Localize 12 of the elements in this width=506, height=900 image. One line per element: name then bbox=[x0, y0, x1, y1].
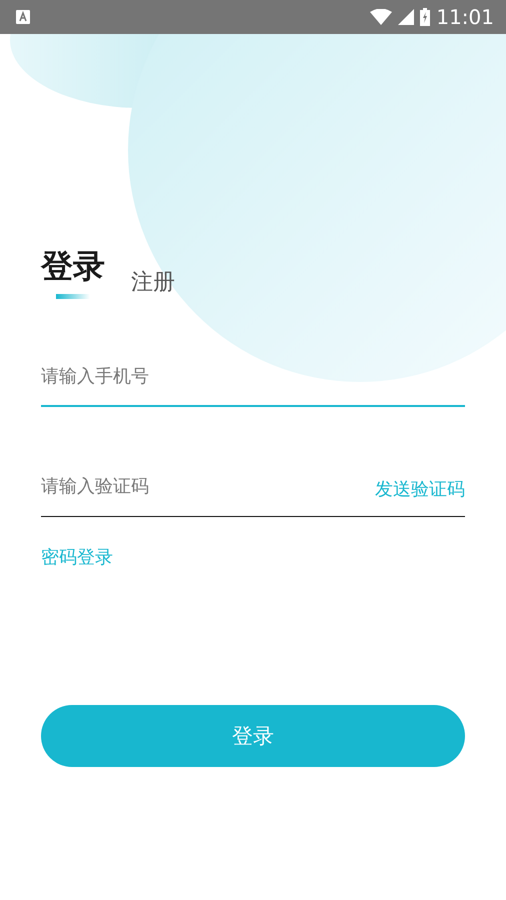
wifi-icon bbox=[370, 9, 392, 25]
status-time: 11:01 bbox=[436, 5, 494, 29]
tab[interactable]: 注册 bbox=[131, 268, 175, 295]
login-button[interactable]: 登录 bbox=[41, 705, 465, 767]
tab[interactable]: 登录 bbox=[41, 246, 105, 286]
password-login-link[interactable]: 密码登录 bbox=[41, 545, 113, 569]
battery-icon bbox=[420, 8, 430, 26]
signal-icon bbox=[398, 9, 414, 25]
tab-indicator bbox=[56, 294, 90, 299]
keyboard-icon bbox=[16, 10, 30, 24]
send-code-button[interactable]: 发送验证码 bbox=[375, 477, 465, 501]
input-field[interactable]: 请输入手机号 bbox=[41, 347, 465, 407]
